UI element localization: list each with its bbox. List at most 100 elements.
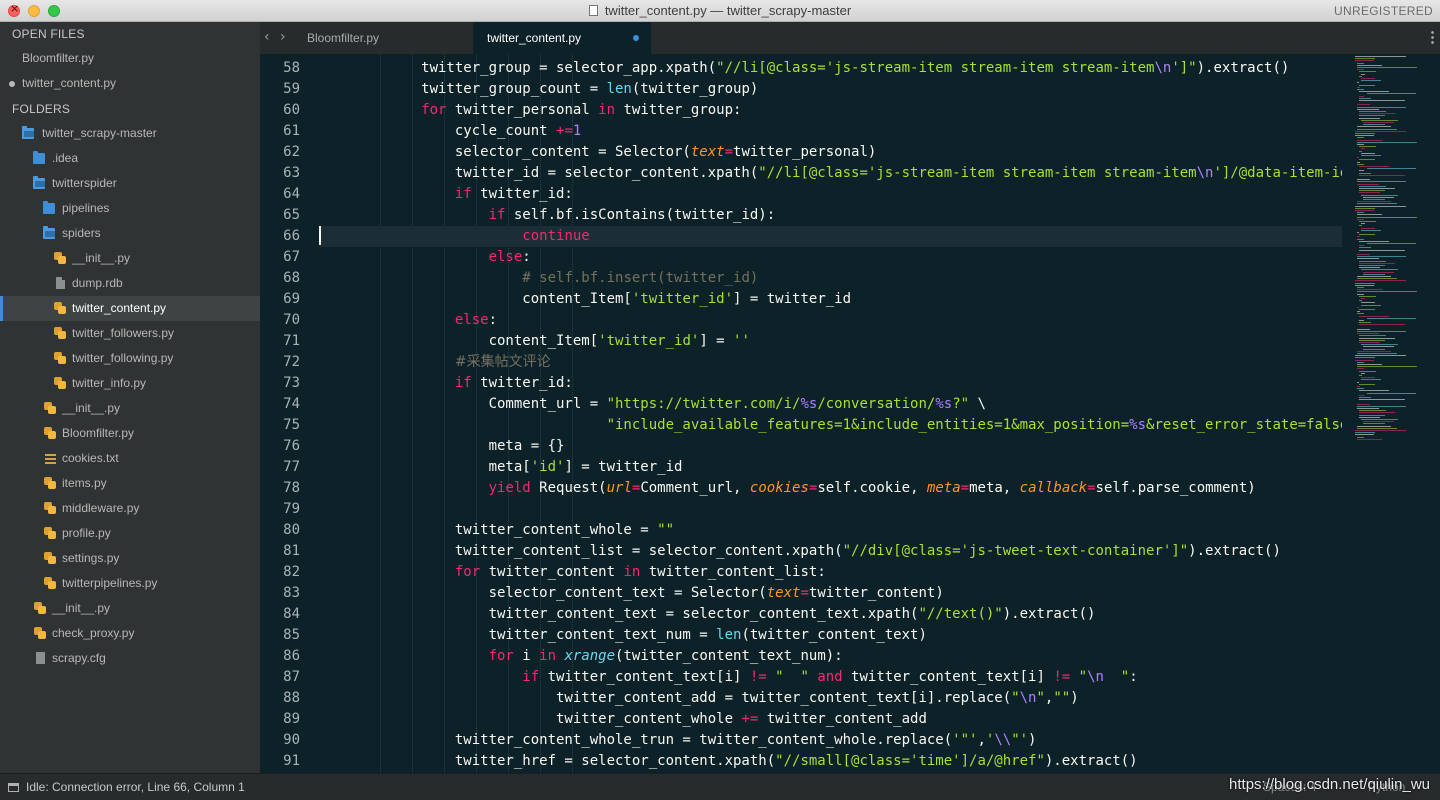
code-line[interactable]: twitter_group = selector_app.xpath("//li… xyxy=(320,58,1342,79)
code-line[interactable] xyxy=(320,499,1342,520)
code-line[interactable]: twitter_content_whole_trun = twitter_con… xyxy=(320,730,1342,751)
code-line[interactable]: meta = {} xyxy=(320,436,1342,457)
minimap-line xyxy=(1356,289,1382,291)
code-line[interactable]: twitter_content_whole += twitter_content… xyxy=(320,709,1342,730)
minimap-line xyxy=(1359,146,1376,148)
tree-file-twitter-info[interactable]: twitter_info.py xyxy=(0,371,260,396)
code-area[interactable]: twitter_group = selector_app.xpath("//li… xyxy=(320,54,1342,773)
code-line[interactable]: meta['id'] = twitter_id xyxy=(320,457,1342,478)
code-line[interactable]: if self.bf.isContains(twitter_id): xyxy=(320,205,1342,226)
open-file-twitter-content[interactable]: twitter_content.py xyxy=(0,71,260,96)
code-line[interactable]: twitter_content_add = twitter_content_te… xyxy=(320,688,1342,709)
tree-file-twitter-following[interactable]: twitter_following.py xyxy=(0,346,260,371)
code-line[interactable]: selector_content = Selector(text=twitter… xyxy=(320,142,1342,163)
code-line[interactable]: if twitter_content_text[i] != " " and tw… xyxy=(320,667,1342,688)
minimap-line xyxy=(1361,194,1398,196)
minimap-line xyxy=(1363,122,1395,123)
tree-file-check-proxy[interactable]: check_proxy.py xyxy=(0,621,260,646)
tree-file-cookies[interactable]: cookies.txt xyxy=(0,446,260,471)
open-file-bloomfilter[interactable]: Bloomfilter.py xyxy=(0,46,260,71)
tree-file-settings[interactable]: settings.py xyxy=(0,546,260,571)
minimap-line xyxy=(1359,245,1364,247)
tree-file-profile[interactable]: profile.py xyxy=(0,521,260,546)
panel-toggle-icon[interactable] xyxy=(8,783,19,792)
code-line[interactable]: twitter_content_whole = "" xyxy=(320,520,1342,541)
code-line[interactable]: selector_content_text = Selector(text=tw… xyxy=(320,583,1342,604)
tree-label: settings.py xyxy=(62,551,120,565)
text-caret xyxy=(319,226,321,245)
code-line[interactable]: for i in xrange(twitter_content_text_num… xyxy=(320,646,1342,667)
tree-file-root-init[interactable]: __init__.py xyxy=(0,596,260,621)
minimap-line xyxy=(1354,434,1374,436)
tree-file-middleware[interactable]: middleware.py xyxy=(0,496,260,521)
tree-folder-twitter-scrapy-master[interactable]: twitter_scrapy-master xyxy=(0,121,260,146)
tab-twitter-content[interactable]: twitter_content.py xyxy=(473,22,651,54)
tree-file-spiders-init[interactable]: __init__.py xyxy=(0,246,260,271)
code-line[interactable]: twitter_content_text_num = len(twitter_c… xyxy=(320,625,1342,646)
line-number: 87 xyxy=(283,669,300,685)
minimap-line xyxy=(1356,331,1406,332)
tab-bar: ‹ › Bloomfilter.py twitter_content.py xyxy=(260,22,1440,54)
minimap-line xyxy=(1361,344,1398,346)
code-token: "//text()" xyxy=(918,606,1003,622)
tree-file-items[interactable]: items.py xyxy=(0,471,260,496)
code-token: = xyxy=(800,585,809,601)
code-line[interactable]: for twitter_content in twitter_content_l… xyxy=(320,562,1342,583)
minimap-line xyxy=(1354,58,1375,60)
more-vertical-icon[interactable] xyxy=(1431,30,1434,44)
code-line[interactable]: continue xyxy=(320,226,1342,247)
minimap-line xyxy=(1359,113,1395,115)
code-token: selector_content_text = Selector( xyxy=(320,585,767,601)
code-token: twitter_personal xyxy=(446,102,599,118)
minimap-line xyxy=(1366,392,1417,394)
code-line[interactable]: #采集帖文评论 xyxy=(320,352,1342,373)
code-line[interactable]: else: xyxy=(320,247,1342,268)
tree-file-scrapy-cfg[interactable]: scrapy.cfg xyxy=(0,646,260,671)
code-line[interactable]: twitter_content_list = selector_content.… xyxy=(320,541,1342,562)
code-editor[interactable]: 58 59 60 61 62 63 64 65 66 67 68 69 70 71 72 73 74 75 76 77… xyxy=(260,54,1440,773)
minimap-line xyxy=(1359,410,1386,412)
code-line[interactable]: "include_available_features=1&include_en… xyxy=(320,415,1342,436)
code-line[interactable]: yield Request(url=Comment_url, cookies=s… xyxy=(320,478,1342,499)
code-line[interactable]: twitter_id = selector_content.xpath("//l… xyxy=(320,163,1342,184)
tree-folder-spiders[interactable]: spiders xyxy=(0,221,260,246)
tree-file-dump-rdb[interactable]: dump.rdb xyxy=(0,271,260,296)
code-token: 'id' xyxy=(530,459,565,475)
chevron-right-icon[interactable]: › xyxy=(280,29,286,45)
code-line[interactable]: # self.bf.insert(twitter_id) xyxy=(320,268,1342,289)
code-line[interactable]: Comment_url = "https://twitter.com/i/%s/… xyxy=(320,394,1342,415)
tree-file-twitter-followers[interactable]: twitter_followers.py xyxy=(0,321,260,346)
code-line[interactable]: if twitter_id: xyxy=(320,184,1342,205)
code-token: twitter_content_add xyxy=(758,711,927,727)
minimap-line xyxy=(1363,271,1395,273)
chevron-left-icon[interactable]: ‹ xyxy=(264,29,270,45)
code-line[interactable]: content_Item['twitter_id'] = '' xyxy=(320,331,1342,352)
tree-folder-pipelines[interactable]: pipelines xyxy=(0,196,260,221)
code-line[interactable]: twitter_group_count = len(twitter_group) xyxy=(320,79,1342,100)
tree-file-twitterpipelines[interactable]: twitterpipelines.py xyxy=(0,571,260,596)
code-token: ).extract() xyxy=(1044,753,1138,769)
tree-file-twitterspider-init[interactable]: __init__.py xyxy=(0,396,260,421)
code-line[interactable]: else: xyxy=(320,310,1342,331)
minimap-line xyxy=(1354,207,1375,209)
window-title-text: twitter_content.py — twitter_scrapy-mast… xyxy=(604,3,852,18)
tree-file-bloomfilter[interactable]: Bloomfilter.py xyxy=(0,421,260,446)
minimap-line xyxy=(1356,139,1382,141)
line-number: 73 xyxy=(283,375,300,391)
minimap-line xyxy=(1356,104,1370,106)
minimap[interactable] xyxy=(1342,54,1440,773)
code-line[interactable]: content_Item['twitter_id'] = twitter_id xyxy=(320,289,1342,310)
code-line[interactable]: for twitter_personal in twitter_group: xyxy=(320,100,1342,121)
code-line[interactable]: twitter_content_text = selector_content_… xyxy=(320,604,1342,625)
code-line[interactable]: cycle_count +=1 xyxy=(320,121,1342,142)
tab-bloomfilter[interactable]: Bloomfilter.py xyxy=(307,22,379,54)
tree-folder-idea[interactable]: .idea xyxy=(0,146,260,171)
code-token: ) xyxy=(1028,732,1037,748)
tree-folder-twitterspider[interactable]: twitterspider xyxy=(0,171,260,196)
code-line[interactable]: if twitter_id: xyxy=(320,373,1342,394)
tree-file-twitter-content[interactable]: twitter_content.py xyxy=(0,296,260,321)
code-line[interactable]: twitter_href = selector_content.xpath("/… xyxy=(320,751,1342,772)
